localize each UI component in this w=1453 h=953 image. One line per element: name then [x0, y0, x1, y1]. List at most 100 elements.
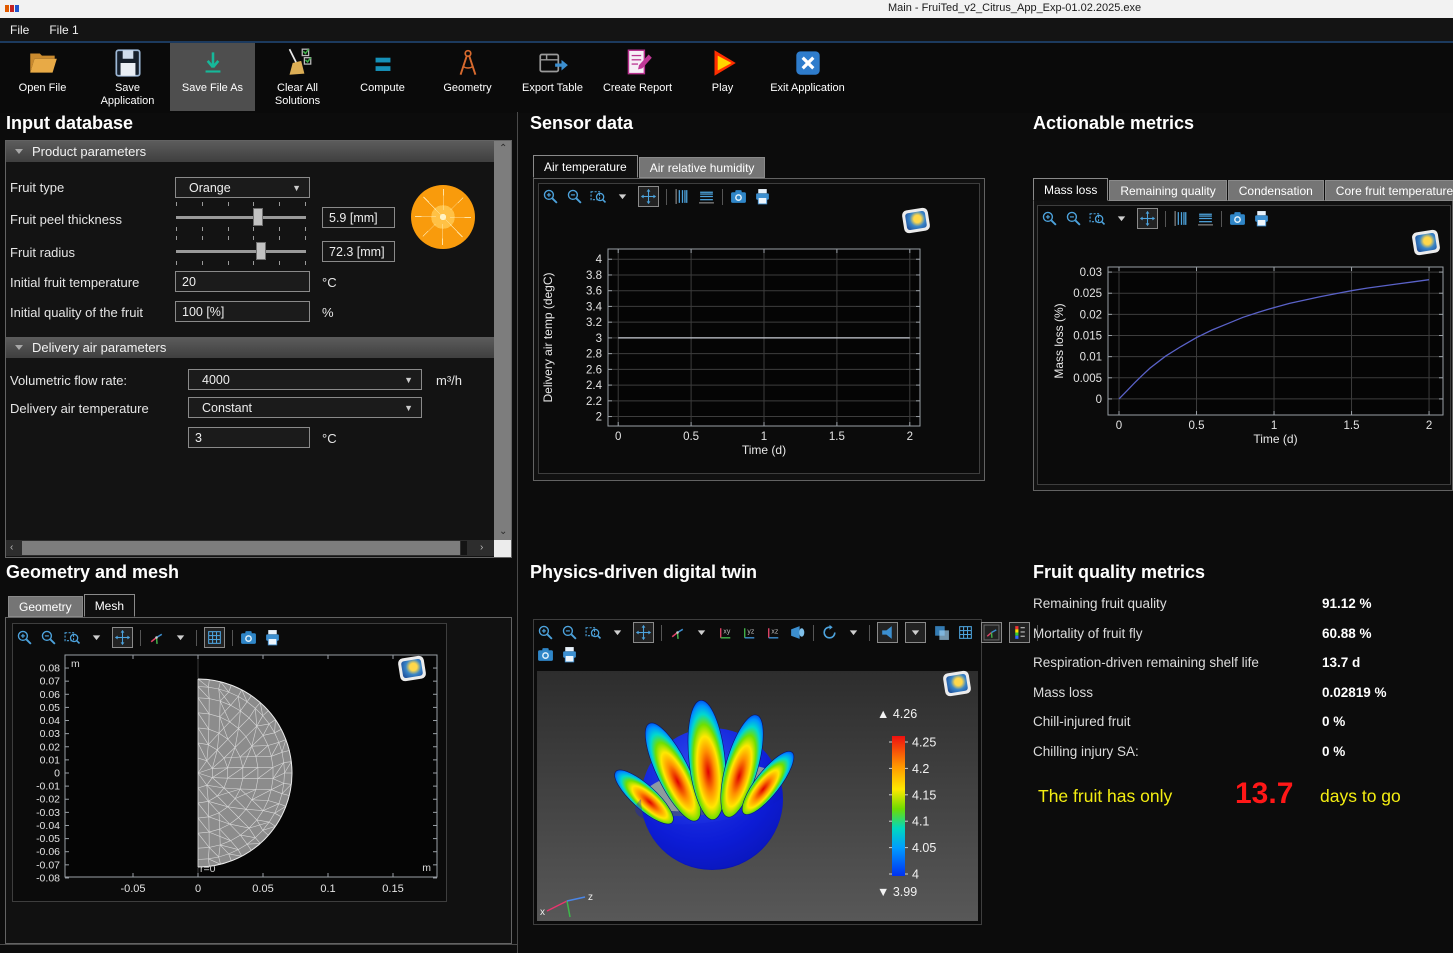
camera-icon[interactable]: [537, 646, 554, 663]
scene-light-icon[interactable]: [877, 622, 898, 643]
legend-icon[interactable]: [1009, 622, 1030, 643]
peel-thickness-slider-track[interactable]: [176, 216, 306, 219]
tab-mesh[interactable]: Mesh: [84, 594, 135, 617]
peel-thickness-value[interactable]: 5.9 [mm]: [322, 207, 395, 228]
initial-quality-input[interactable]: [175, 301, 310, 322]
caret-icon[interactable]: [609, 624, 626, 641]
fruit-radius-value[interactable]: 72.3 [mm]: [322, 241, 395, 262]
menu-item-file[interactable]: File: [0, 18, 39, 41]
camera-icon[interactable]: [1229, 210, 1246, 227]
fruit-radius-slider-handle[interactable]: [256, 242, 266, 260]
product-parameters-header[interactable]: Product parameters: [6, 141, 494, 162]
window-titlebar[interactable]: Main - FruiTed_v2_Citrus_App_Exp-01.02.2…: [0, 0, 1453, 18]
zoom-in-icon[interactable]: [16, 629, 33, 646]
tab-mass-loss[interactable]: Mass loss: [1033, 178, 1108, 201]
tab-geometry[interactable]: Geometry: [8, 596, 83, 617]
toolbar-save-file-as-button[interactable]: Save File As: [170, 43, 255, 111]
fit-icon[interactable]: [633, 622, 654, 643]
caret-icon[interactable]: [905, 622, 926, 643]
toolbar-separator: [232, 630, 233, 646]
print-icon[interactable]: [264, 629, 281, 646]
caret-icon[interactable]: [614, 188, 631, 205]
geometry-mesh-title: Geometry and mesh: [6, 562, 179, 583]
caret-icon[interactable]: [693, 624, 710, 641]
tab-air-temperature[interactable]: Air temperature: [533, 155, 638, 178]
initial-temp-input[interactable]: [175, 271, 310, 292]
massloss-chart[interactable]: 00.511.5200.0050.010.0150.020.0250.03Tim…: [1040, 246, 1451, 456]
toolbar-open-file-button[interactable]: Open File: [0, 43, 85, 111]
svg-text:Delivery air temp (degC): Delivery air temp (degC): [541, 272, 555, 402]
fit-icon[interactable]: [112, 627, 133, 648]
log-y-icon[interactable]: [674, 188, 691, 205]
mesh-plot[interactable]: -0.0500.050.10.150.080.070.060.050.040.0…: [13, 651, 445, 899]
view-xz-icon[interactable]: xz: [765, 624, 782, 641]
tab-core-fruit-temperature[interactable]: Core fruit temperature: [1325, 180, 1453, 201]
zoom-box-icon[interactable]: [590, 188, 607, 205]
transparency-icon[interactable]: [933, 624, 950, 641]
axes-icon[interactable]: [669, 624, 686, 641]
toolbar-play-button[interactable]: Play: [680, 43, 765, 111]
quality-row-label: Chilling injury SA:: [1033, 744, 1139, 759]
peel-thickness-slider-handle[interactable]: [253, 208, 263, 226]
svg-text:2.8: 2.8: [586, 349, 602, 361]
caret-icon[interactable]: [172, 629, 189, 646]
toolbar-clear-all-solutions-button[interactable]: Clear All Solutions: [255, 43, 340, 111]
toolbar-save-application-button[interactable]: Save Application: [85, 43, 170, 111]
delivery-air-parameters-header[interactable]: Delivery air parameters: [6, 337, 494, 358]
zoom-out-icon[interactable]: [566, 188, 583, 205]
zoom-box-icon[interactable]: [1089, 210, 1106, 227]
toolbar-export-table-button[interactable]: Export Table: [510, 43, 595, 111]
view-yz-icon[interactable]: yz: [741, 624, 758, 641]
input-horizontal-scrollbar[interactable]: ‹ ›: [6, 540, 494, 556]
toolbar-exit-application-button[interactable]: Exit Application: [765, 43, 850, 111]
log-x-icon[interactable]: [698, 188, 715, 205]
tab-air-relative-humidity[interactable]: Air relative humidity: [639, 157, 766, 178]
sensor-chart[interactable]: 00.511.5222.22.42.62.833.23.43.63.84Time…: [539, 208, 977, 472]
log-y-icon[interactable]: [1173, 210, 1190, 227]
tab-remaining-quality[interactable]: Remaining quality: [1109, 180, 1226, 201]
tab-condensation[interactable]: Condensation: [1228, 180, 1324, 201]
air-temp-value-input[interactable]: [188, 427, 310, 448]
flow-rate-dropdown[interactable]: 4000▼: [188, 369, 422, 390]
digital-twin-3d-view[interactable]: 4.254.24.154.14.054▲ 4.26▼ 3.99 x y z: [537, 671, 978, 921]
zoom-out-icon[interactable]: [1065, 210, 1082, 227]
air-temp-mode-dropdown[interactable]: Constant▼: [188, 397, 422, 418]
print-icon[interactable]: [754, 188, 771, 205]
camera-icon[interactable]: [730, 188, 747, 205]
menu-item-file-1[interactable]: File 1: [39, 18, 88, 41]
svg-text:4: 4: [912, 868, 919, 882]
fit-icon[interactable]: [638, 186, 659, 207]
zoom-in-icon[interactable]: [1041, 210, 1058, 227]
rotate-icon[interactable]: [821, 624, 838, 641]
view-xy-icon[interactable]: xy: [717, 624, 734, 641]
toolbar-create-report-button[interactable]: Create Report: [595, 43, 680, 111]
log-x-icon[interactable]: [1197, 210, 1214, 227]
caret-icon[interactable]: [1113, 210, 1130, 227]
toolbar-geometry-button[interactable]: Geometry: [425, 43, 510, 111]
zoom-box-icon[interactable]: [585, 624, 602, 641]
perspective-icon[interactable]: [789, 624, 806, 641]
camera-icon[interactable]: [240, 629, 257, 646]
zoom-out-icon[interactable]: [561, 624, 578, 641]
svg-text:0.03: 0.03: [40, 728, 61, 740]
print-icon[interactable]: [1253, 210, 1270, 227]
toolbar-compute-button[interactable]: Compute: [340, 43, 425, 111]
grid-icon[interactable]: [957, 624, 974, 641]
peel-thickness-slider[interactable]: [176, 202, 306, 232]
axes-box-icon[interactable]: [981, 622, 1002, 643]
scrollbar-thumb[interactable]: [22, 541, 460, 555]
zoom-in-icon[interactable]: [542, 188, 559, 205]
axes-icon[interactable]: [148, 629, 165, 646]
caret-icon[interactable]: [845, 624, 862, 641]
grid-icon[interactable]: [204, 627, 225, 648]
fit-icon[interactable]: [1137, 208, 1158, 229]
print-icon[interactable]: [561, 646, 578, 663]
fruit-radius-slider-track[interactable]: [176, 250, 306, 253]
zoom-out-icon[interactable]: [40, 629, 57, 646]
fruit-type-dropdown[interactable]: Orange▼: [175, 177, 310, 198]
zoom-in-icon[interactable]: [537, 624, 554, 641]
fruit-radius-slider[interactable]: [176, 236, 306, 266]
zoom-box-icon[interactable]: [64, 629, 81, 646]
input-vertical-scrollbar[interactable]: ⌃ ⌄: [494, 141, 511, 540]
caret-icon[interactable]: [88, 629, 105, 646]
